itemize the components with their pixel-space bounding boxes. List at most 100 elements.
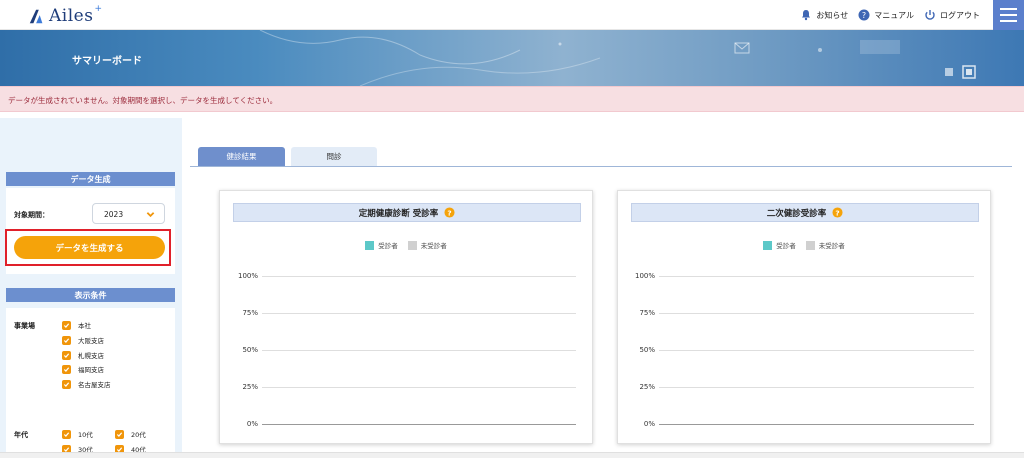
page-banner: サマリーボード <box>0 30 1024 86</box>
office-checkbox-row[interactable]: 名古屋支店 <box>62 379 111 389</box>
office-label: 事業場 <box>14 322 35 330</box>
age-label-item: 20代 <box>131 431 146 439</box>
checkbox[interactable] <box>62 364 71 374</box>
y-tick-label: 25% <box>242 383 258 391</box>
checkbox[interactable] <box>62 379 71 389</box>
grid-line <box>659 387 974 388</box>
chart-card-regular-checkup: 定期健康診断 受診率 ? 受診者 未受診者 100% 75% 50% 25% 0… <box>219 190 593 444</box>
y-tick-label: 75% <box>242 309 258 317</box>
tabs-divider <box>190 166 1012 167</box>
legend-item[interactable]: 受診者 <box>365 240 398 250</box>
y-tick-label: 25% <box>639 383 655 391</box>
chart-title-text: 定期健康診断 受診率 <box>358 208 439 219</box>
legend-swatch <box>365 240 375 250</box>
logo-text: Ailes <box>49 6 94 26</box>
chart-legend: 受診者 未受診者 <box>618 240 990 250</box>
legend-swatch <box>407 240 417 250</box>
grid-line <box>262 313 576 314</box>
alert-message: データが生成されていません。対象期間を選択し、データを生成してください。 <box>8 96 278 105</box>
logo-mark-icon <box>29 9 43 24</box>
office-label-item: 本社 <box>78 322 91 330</box>
y-tick-label: 0% <box>643 420 655 428</box>
notifications-link[interactable]: お知らせ <box>800 9 848 21</box>
legend-label: 受診者 <box>776 242 796 250</box>
bell-icon <box>802 10 811 21</box>
y-tick-label: 100% <box>634 272 655 280</box>
x-axis-line <box>659 424 974 425</box>
office-label-item: 大阪支店 <box>78 337 104 345</box>
check-icon <box>63 322 70 328</box>
checkbox[interactable] <box>115 429 124 439</box>
legend-swatch <box>805 240 815 250</box>
legend-item[interactable]: 未受診者 <box>407 240 447 250</box>
tab-questionnaire[interactable]: 問診 <box>291 147 377 166</box>
office-checkbox-row[interactable]: 札幌支店 <box>62 350 104 360</box>
page-title: サマリーボード <box>72 56 142 67</box>
app-header: Ailes + お知らせ ? マニュアル ログアウト <box>0 0 1024 30</box>
grid-line <box>262 276 576 277</box>
tab-exam-results[interactable]: 健診結果 <box>198 147 285 166</box>
chevron-down-icon <box>146 212 155 218</box>
logout-link[interactable]: ログアウト <box>924 9 980 21</box>
banner-decoration <box>259 30 976 86</box>
office-label-item: 札幌支店 <box>78 352 104 360</box>
grid-line <box>262 387 576 388</box>
check-icon <box>63 366 70 372</box>
checkbox[interactable] <box>62 320 71 330</box>
svg-text:?: ? <box>862 11 866 20</box>
chart-title: 二次健診受診率 ? <box>631 203 979 222</box>
chart-card-secondary-checkup: 二次健診受診率 ? 受診者 未受診者 100% 75% 50% 25% 0% <box>617 190 991 444</box>
y-tick-label: 75% <box>639 309 655 317</box>
logo-sup: + <box>94 4 102 14</box>
logout-label: ログアウト <box>940 10 980 20</box>
legend-label: 未受診者 <box>420 242 447 250</box>
x-axis-line <box>262 424 576 425</box>
check-icon <box>63 431 70 437</box>
chart-legend: 受診者 未受診者 <box>220 240 592 250</box>
period-value: 2023 <box>104 210 124 219</box>
logo[interactable]: Ailes + <box>28 4 102 27</box>
legend-item[interactable]: 受診者 <box>763 240 796 250</box>
age-label: 年代 <box>14 431 28 439</box>
legend-label: 未受診者 <box>818 242 845 250</box>
header-nav: お知らせ ? マニュアル ログアウト <box>800 0 980 30</box>
grid-line <box>659 350 974 351</box>
filter-panel-title: 表示条件 <box>6 288 175 302</box>
office-checkbox-row[interactable]: 福岡支店 <box>62 364 104 374</box>
generate-data-button[interactable]: データを生成する <box>14 236 165 259</box>
legend-item[interactable]: 未受診者 <box>805 240 845 250</box>
power-icon <box>925 10 935 20</box>
svg-text:?: ? <box>448 208 452 217</box>
bottom-scroll-strip <box>0 452 1024 458</box>
help-icon[interactable]: ? <box>832 207 843 218</box>
y-tick-label: 100% <box>237 272 258 280</box>
grid-line <box>659 276 974 277</box>
office-label-item: 名古屋支店 <box>78 381 111 389</box>
grid-line <box>659 313 974 314</box>
checkbox[interactable] <box>62 429 71 439</box>
checkbox[interactable] <box>62 335 71 345</box>
check-icon <box>63 337 70 343</box>
y-tick-label: 50% <box>639 346 655 354</box>
check-icon <box>63 352 70 358</box>
grid-line <box>262 350 576 351</box>
office-checkbox-row[interactable]: 本社 <box>62 320 91 330</box>
chart-title-text: 二次健診受診率 <box>766 208 827 219</box>
alert-bar: データが生成されていません。対象期間を選択し、データを生成してください。 <box>0 86 1024 112</box>
notifications-label: お知らせ <box>816 10 849 20</box>
svg-text:?: ? <box>836 208 840 217</box>
check-icon <box>63 381 70 387</box>
help-icon[interactable]: ? <box>444 207 455 218</box>
chart-title: 定期健康診断 受診率 ? <box>233 203 581 222</box>
age-checkbox-row[interactable]: 10代 <box>62 429 93 439</box>
age-checkbox-row[interactable]: 20代 <box>115 429 146 439</box>
hamburger-icon[interactable] <box>993 0 1024 30</box>
age-label-item: 10代 <box>78 431 93 439</box>
y-tick-label: 0% <box>246 420 258 428</box>
period-select[interactable]: 2023 <box>92 203 165 224</box>
checkbox[interactable] <box>62 350 71 360</box>
y-tick-label: 50% <box>242 346 258 354</box>
legend-swatch <box>763 240 773 250</box>
office-checkbox-row[interactable]: 大阪支店 <box>62 335 104 345</box>
manual-link[interactable]: ? マニュアル <box>858 9 914 21</box>
